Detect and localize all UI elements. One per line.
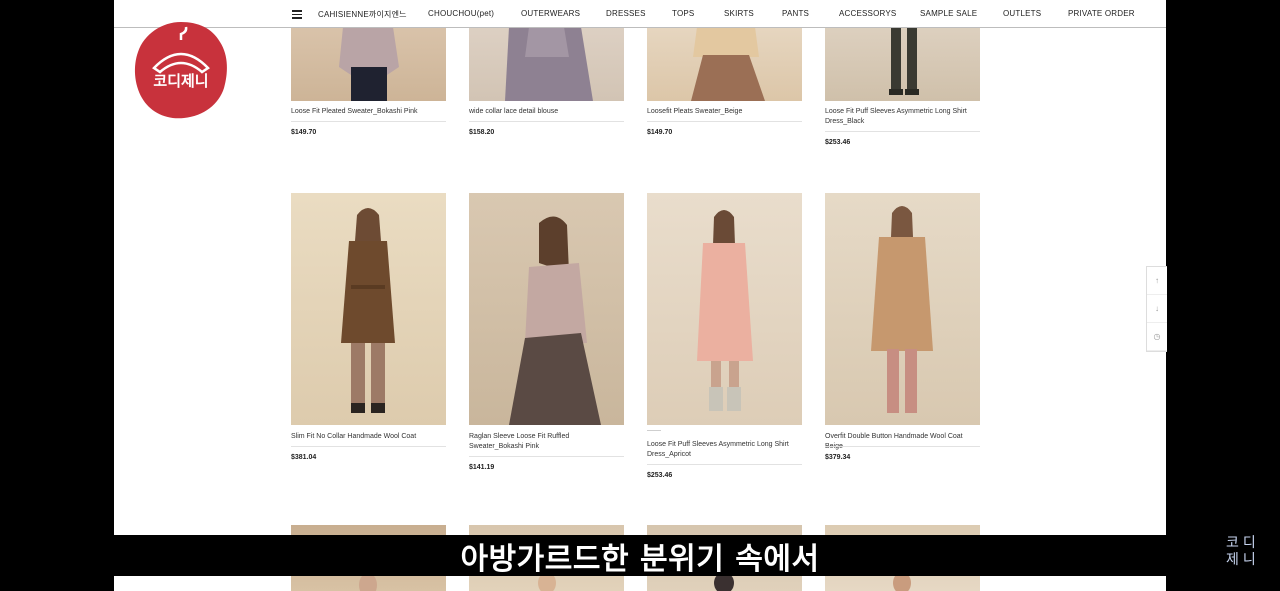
product-title[interactable]: wide collar lace detail blouse [469, 107, 624, 117]
product-image[interactable] [291, 27, 446, 101]
divider [647, 464, 802, 465]
divider [647, 121, 802, 122]
recent-view-icon[interactable]: ◷ [1147, 323, 1167, 351]
nav-dresses[interactable]: DRESSES [606, 9, 646, 18]
channel-logo: 코디제니 [132, 20, 230, 120]
divider [469, 456, 624, 457]
product-price: $158.20 [469, 129, 495, 136]
watermark-line-1: 코디 [1226, 535, 1260, 551]
divider [291, 446, 446, 447]
nav-accessorys[interactable]: ACCESSORYS [839, 9, 896, 18]
nav-skirts[interactable]: SKIRTS [724, 9, 754, 18]
nav-chouchou[interactable]: CHOUCHOU(pet) [428, 9, 494, 18]
nav-private-order[interactable]: PRIVATE ORDER [1068, 9, 1135, 18]
product-image[interactable] [825, 193, 980, 425]
divider [825, 131, 980, 132]
product-title[interactable]: Loose Fit Puff Sleeves Asymmetric Long S… [647, 440, 802, 460]
product-image[interactable] [647, 27, 802, 101]
product-title[interactable]: Loosefit Pleats Sweater_Beige [647, 107, 802, 117]
divider [291, 121, 446, 122]
product-price: $253.46 [825, 139, 851, 146]
product-title[interactable]: Overfit Double Button Handmade Wool Coat… [825, 432, 980, 452]
divider [825, 446, 980, 447]
subtitle-text: 아방가르드한 분위기 속에서 [460, 541, 820, 577]
nav-sample-sale[interactable]: SAMPLE SALE [920, 9, 977, 18]
product-image[interactable] [825, 27, 980, 101]
image-indicator [647, 430, 661, 431]
channel-watermark: 코디 제니 [1226, 535, 1260, 569]
product-title[interactable]: Slim Fit No Collar Handmade Wool Coat [291, 432, 446, 442]
menu-icon[interactable] [292, 10, 302, 19]
subtitle-bar: 아방가르드한 분위기 속에서 [114, 535, 1166, 577]
logo-text: 코디제니 [153, 72, 208, 90]
divider [469, 121, 624, 122]
quick-scroll-menu: ↑ ↓ ◷ [1146, 266, 1167, 352]
scroll-up-icon[interactable]: ↑ [1147, 267, 1167, 295]
product-image[interactable] [469, 27, 624, 101]
watermark-line-2: 제니 [1226, 552, 1260, 568]
product-price: $141.19 [469, 464, 495, 471]
product-title[interactable]: Loose Fit Puff Sleeves Asymmetric Long S… [825, 107, 980, 127]
nav-tops[interactable]: TOPS [672, 9, 694, 18]
product-price: $149.70 [647, 129, 673, 136]
nav-pants[interactable]: PANTS [782, 9, 809, 18]
scroll-down-icon[interactable]: ↓ [1147, 295, 1167, 323]
product-price: $149.70 [291, 129, 317, 136]
nav-outlets[interactable]: OUTLETS [1003, 9, 1041, 18]
top-navigation: CAHISIENNE까이지엔느 CHOUCHOU(pet) OUTERWEARS… [114, 0, 1166, 28]
nav-cahisienne[interactable]: CAHISIENNE까이지엔느 [318, 9, 407, 20]
shop-page: CAHISIENNE까이지엔느 CHOUCHOU(pet) OUTERWEARS… [114, 0, 1166, 591]
nav-outerwears[interactable]: OUTERWEARS [521, 9, 580, 18]
product-price: $253.46 [647, 472, 673, 479]
product-price: $381.04 [291, 454, 317, 461]
product-image[interactable] [469, 193, 624, 425]
product-title[interactable]: Raglan Sleeve Loose Fit Ruffled Sweater_… [469, 432, 624, 452]
product-image[interactable] [647, 193, 802, 425]
product-image[interactable] [291, 193, 446, 425]
product-price: $379.34 [825, 454, 851, 461]
product-title[interactable]: Loose Fit Pleated Sweater_Bokashi Pink [291, 107, 446, 117]
